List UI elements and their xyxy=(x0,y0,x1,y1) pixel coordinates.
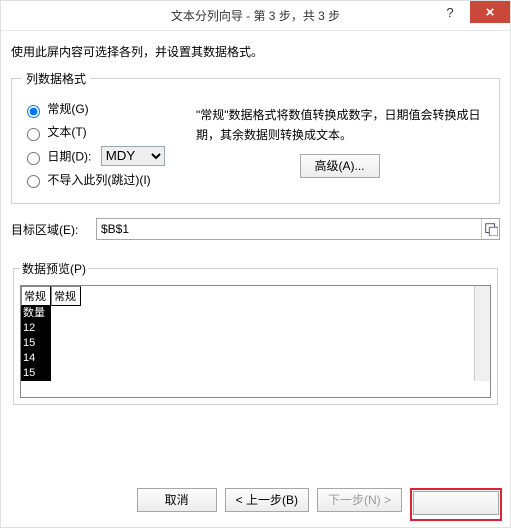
column-format-legend: 列数据格式 xyxy=(22,70,90,87)
destination-label: 目标区域(E): xyxy=(11,221,96,238)
radio-text[interactable]: 文本(T) xyxy=(22,123,182,141)
preview-selected-column[interactable]: 数量 12 15 14 15 xyxy=(21,306,51,380)
finish-highlight xyxy=(410,488,502,521)
vertical-scrollbar[interactable] xyxy=(474,286,490,380)
range-select-icon[interactable] xyxy=(481,219,499,239)
radio-date-input[interactable] xyxy=(27,152,40,165)
radio-text-input[interactable] xyxy=(27,128,40,141)
horizontal-scrollbar[interactable] xyxy=(21,381,490,397)
next-button: 下一步(N) > xyxy=(317,488,402,512)
titlebar: 文本分列向导 - 第 3 步，共 3 步 ? × xyxy=(1,1,510,31)
finish-button[interactable] xyxy=(413,491,499,515)
preview-header[interactable]: 常规 xyxy=(21,286,51,306)
wizard-footer: 取消 < 上一步(B) 下一步(N) > xyxy=(1,488,510,521)
radio-general-input[interactable] xyxy=(27,105,40,118)
preview-group: 数据预览(P) 常规 常规 数量 12 15 14 xyxy=(13,260,498,404)
format-description: "常规"数据格式将数值转换成数字，日期值会转换成日期，其余数据则转换成文本。 xyxy=(196,105,483,146)
preview-grid: 常规 常规 数量 12 15 14 15 xyxy=(20,285,491,397)
destination-input[interactable] xyxy=(96,218,500,240)
radio-skip-input[interactable] xyxy=(27,175,40,188)
preview-legend: 数据预览(P) xyxy=(20,260,88,277)
help-button[interactable]: ? xyxy=(430,1,470,23)
radio-date[interactable]: 日期(D): MDY xyxy=(22,146,182,166)
window-title: 文本分列向导 - 第 3 步，共 3 步 xyxy=(171,7,340,24)
radio-general[interactable]: 常规(G) xyxy=(22,100,182,118)
wizard-dialog: 文本分列向导 - 第 3 步，共 3 步 ? × 使用此屏内容可选择各列，并设置… xyxy=(0,0,511,528)
back-button[interactable]: < 上一步(B) xyxy=(225,488,309,512)
preview-header[interactable]: 常规 xyxy=(51,286,81,306)
cancel-button[interactable]: 取消 xyxy=(137,488,217,512)
column-format-group: 列数据格式 常规(G) 文本(T) 日期(D): MD xyxy=(11,70,500,204)
date-order-select[interactable]: MDY xyxy=(101,146,165,166)
close-button[interactable]: × xyxy=(470,1,510,23)
advanced-button[interactable]: 高级(A)... xyxy=(300,154,380,178)
radio-skip[interactable]: 不导入此列(跳过)(I) xyxy=(22,171,182,189)
intro-text: 使用此屏内容可选择各列，并设置其数据格式。 xyxy=(11,43,500,60)
